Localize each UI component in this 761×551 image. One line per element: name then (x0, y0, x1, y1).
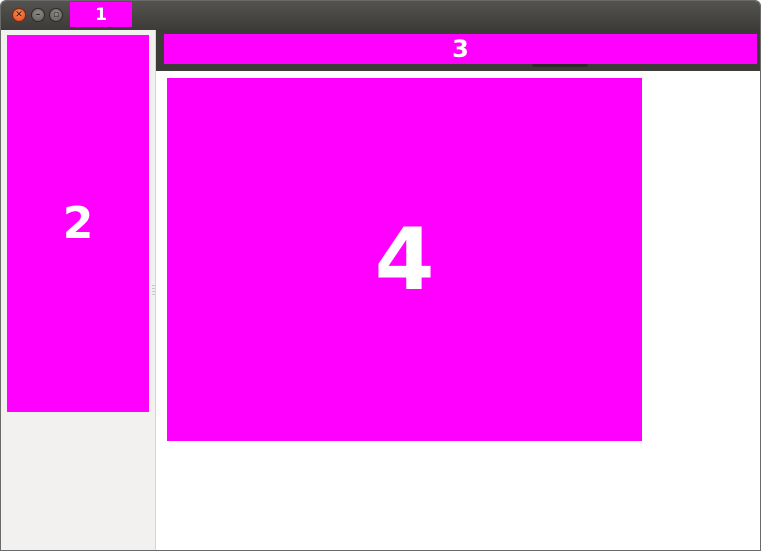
maximize-window-button[interactable]: ▫ (49, 8, 63, 22)
region-marker-1: 1 (70, 2, 132, 27)
minimize-icon: – (35, 10, 41, 20)
minimize-window-button[interactable]: – (31, 8, 45, 22)
region-marker-4: 4 (167, 78, 642, 441)
close-icon: ✕ (15, 10, 23, 20)
region-marker-2: 2 (7, 35, 149, 412)
close-window-button[interactable]: ✕ (12, 8, 26, 22)
maximize-icon: ▫ (52, 10, 60, 20)
pane-resize-handle[interactable] (152, 285, 155, 297)
region-marker-3: 3 (164, 34, 757, 64)
